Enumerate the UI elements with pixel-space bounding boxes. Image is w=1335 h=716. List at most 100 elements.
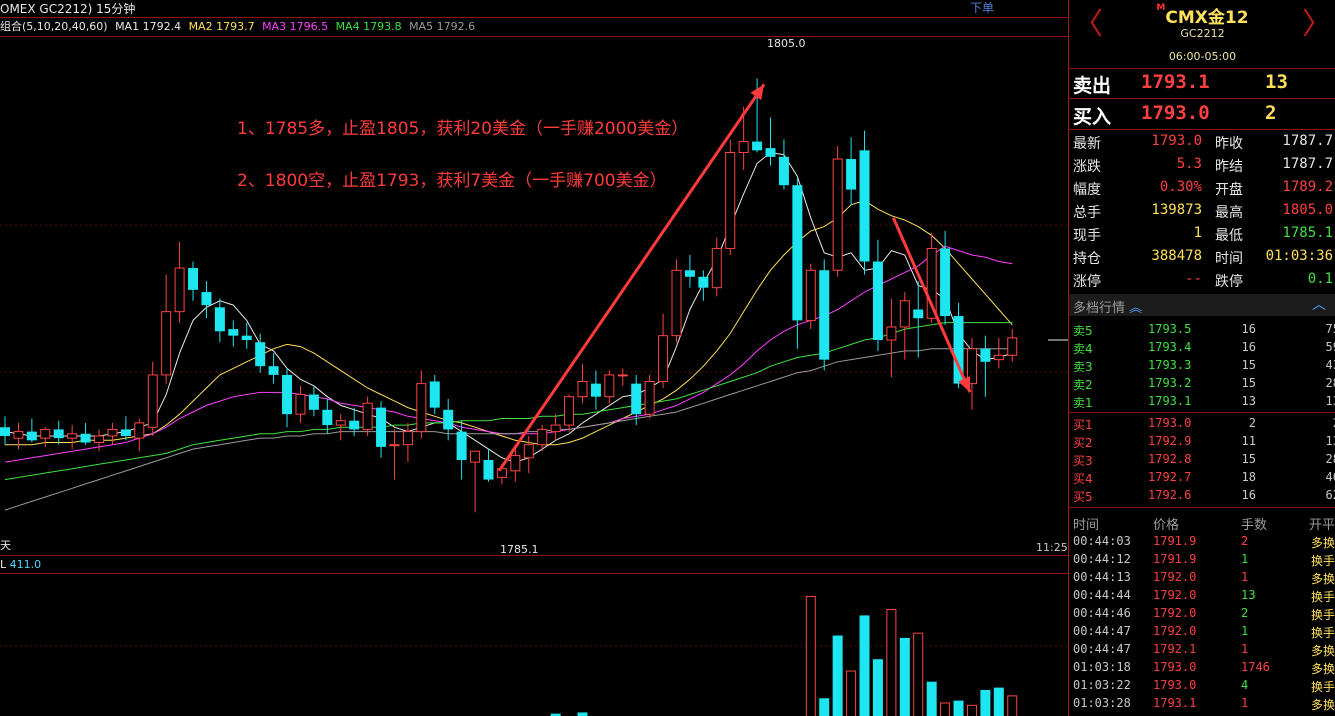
order-button[interactable]: 下单 <box>970 0 994 16</box>
candle-body <box>188 268 199 290</box>
level-label: 卖5 <box>1073 324 1093 338</box>
level-total: 62 <box>1325 488 1335 502</box>
stat-label: 现手 <box>1073 228 1101 244</box>
tick-time: 00:44:03 <box>1073 534 1131 548</box>
tick-row: 01:03:22 1793.0 4 换手 <box>1069 676 1335 694</box>
candle-body <box>201 292 212 306</box>
stat-value: 0.30% <box>1159 179 1202 195</box>
stat-label: 最低 <box>1215 228 1243 244</box>
stat-value: 01:03:36 <box>1265 248 1333 264</box>
buy-row[interactable]: 买入 1793.0 2 <box>1069 99 1335 129</box>
bids-level: 买11793.022 <box>1069 414 1335 432</box>
candle-body <box>429 381 440 408</box>
trading-session: 06:00-05:00 <box>1168 50 1237 63</box>
candle-body <box>470 450 481 463</box>
sell-row[interactable]: 卖出 1793.1 13 <box>1069 68 1335 98</box>
tick-header: 时间 价格 手数 开平 <box>1069 511 1335 533</box>
candle-body <box>604 374 615 398</box>
tick-price: 1793.0 <box>1153 678 1197 692</box>
candle-body <box>940 248 951 317</box>
sell-qty: 13 <box>1265 71 1288 93</box>
candle-body <box>899 300 910 328</box>
volume-bar <box>886 609 897 716</box>
level-qty: 15 <box>1241 376 1256 390</box>
tick-type: 换手 <box>1311 608 1335 622</box>
divider <box>1069 507 1335 508</box>
level-label: 买3 <box>1073 454 1093 468</box>
volume-bar <box>1007 695 1018 716</box>
stat-value: 0.1 <box>1307 271 1333 287</box>
stat-label: 涨停 <box>1073 274 1101 290</box>
tick-type: 多换 <box>1311 662 1335 676</box>
ma-line-ma5 <box>4 348 1013 511</box>
tick-price: 1793.0 <box>1153 660 1197 674</box>
volume-bar <box>980 689 991 716</box>
candle-body <box>872 261 883 341</box>
ma3-value: MA3 1796.5 <box>262 20 329 33</box>
divider <box>1069 412 1335 413</box>
bids-level: 买5 1792.6 16 62 <box>1069 486 1335 504</box>
level-label: 买4 <box>1073 472 1093 486</box>
tick-type: 多换 <box>1311 644 1335 658</box>
level-price: 1793.4 <box>1148 340 1192 354</box>
candle-body <box>67 433 78 439</box>
level-label: 卖4 <box>1073 342 1093 356</box>
candle-body <box>725 151 736 249</box>
volume-bar <box>926 681 937 716</box>
tick-list[interactable]: 00:44:03 1791.9 2 多换 00:44:12 1791.9 1 换手 00:44:… <box>1069 532 1335 712</box>
stat-label: 最高 <box>1215 205 1243 221</box>
level-price: 1793.2 <box>1148 376 1192 390</box>
tick-qty: 1 <box>1241 696 1249 710</box>
stat-label: 最新 <box>1073 136 1101 152</box>
asks-level: 卖2 1793.2 15 28 <box>1069 374 1335 392</box>
stat-label: 涨跌 <box>1073 159 1101 175</box>
next-contract-arrow-icon[interactable]: 〉 <box>1302 10 1332 40</box>
candle-body <box>322 409 333 426</box>
ma-group-label[interactable]: 组合(5,10,20,40,60) <box>0 20 108 33</box>
candle-body <box>456 431 467 460</box>
tick-type: 换手 <box>1311 554 1335 568</box>
depth-header[interactable]: 多档行情 ︽ ︿ <box>1069 294 1335 316</box>
level-total: 28 <box>1325 452 1335 466</box>
tick-col-type: 开平 <box>1309 518 1335 533</box>
candle-body <box>147 374 158 428</box>
symbol-period: OMEX GC2212) 15分钟 <box>0 2 136 16</box>
candle-body <box>886 326 897 341</box>
ma2-value: MA2 1793.7 <box>188 20 255 33</box>
quote-stats: 最新 1793.0 昨收 1787.7 涨跌 5.3 昨结 1787.7 幅度 0.30% 开盘 17… <box>1069 131 1335 292</box>
tick-col-qty: 手数 <box>1241 518 1268 533</box>
tick-time: 00:44:12 <box>1073 552 1131 566</box>
candle-body <box>1007 337 1018 356</box>
expand-icon[interactable]: ︽ <box>1129 301 1142 316</box>
candle-body <box>738 141 749 153</box>
candle-body <box>94 435 105 444</box>
level-price: 1792.7 <box>1148 470 1192 484</box>
candle-body <box>698 276 709 288</box>
stat-label: 幅度 <box>1073 182 1101 198</box>
level-price: 1792.6 <box>1148 488 1192 502</box>
candle-body <box>577 380 588 398</box>
volume-bar <box>940 702 951 716</box>
sell-label: 卖出 <box>1073 75 1112 97</box>
low-label: 1785.1 <box>500 543 539 556</box>
candle-body <box>402 431 413 446</box>
candle-body <box>362 402 373 430</box>
stat-value: 1 <box>1193 225 1202 241</box>
tick-time: 00:44:47 <box>1073 642 1131 656</box>
level-price: 1792.8 <box>1148 452 1192 466</box>
candle-body <box>792 185 803 321</box>
kline-chart[interactable] <box>0 0 1068 716</box>
tick-qty: 2 <box>1241 606 1249 620</box>
volume-header: L 411.0 <box>0 557 41 573</box>
volume-bar <box>913 632 924 716</box>
candle-body <box>174 267 185 313</box>
quote-panel: 〈 MCMX金12 GC2212 06:00-05:00 〉 卖出 1793.1… <box>1068 0 1335 716</box>
kline-chart-area[interactable]: OMEX GC2212) 15分钟 下单 组合(5,10,20,40,60) M… <box>0 0 1068 716</box>
collapse-icon[interactable]: ︿ <box>1312 294 1326 314</box>
candle-body <box>443 409 454 430</box>
candle-body <box>161 311 172 376</box>
stat-row: 涨停 -- 跌停 0.1 <box>1069 269 1335 292</box>
level-total: 28 <box>1325 376 1335 390</box>
stat-label: 开盘 <box>1215 182 1243 198</box>
tick-price: 1792.0 <box>1153 606 1197 620</box>
